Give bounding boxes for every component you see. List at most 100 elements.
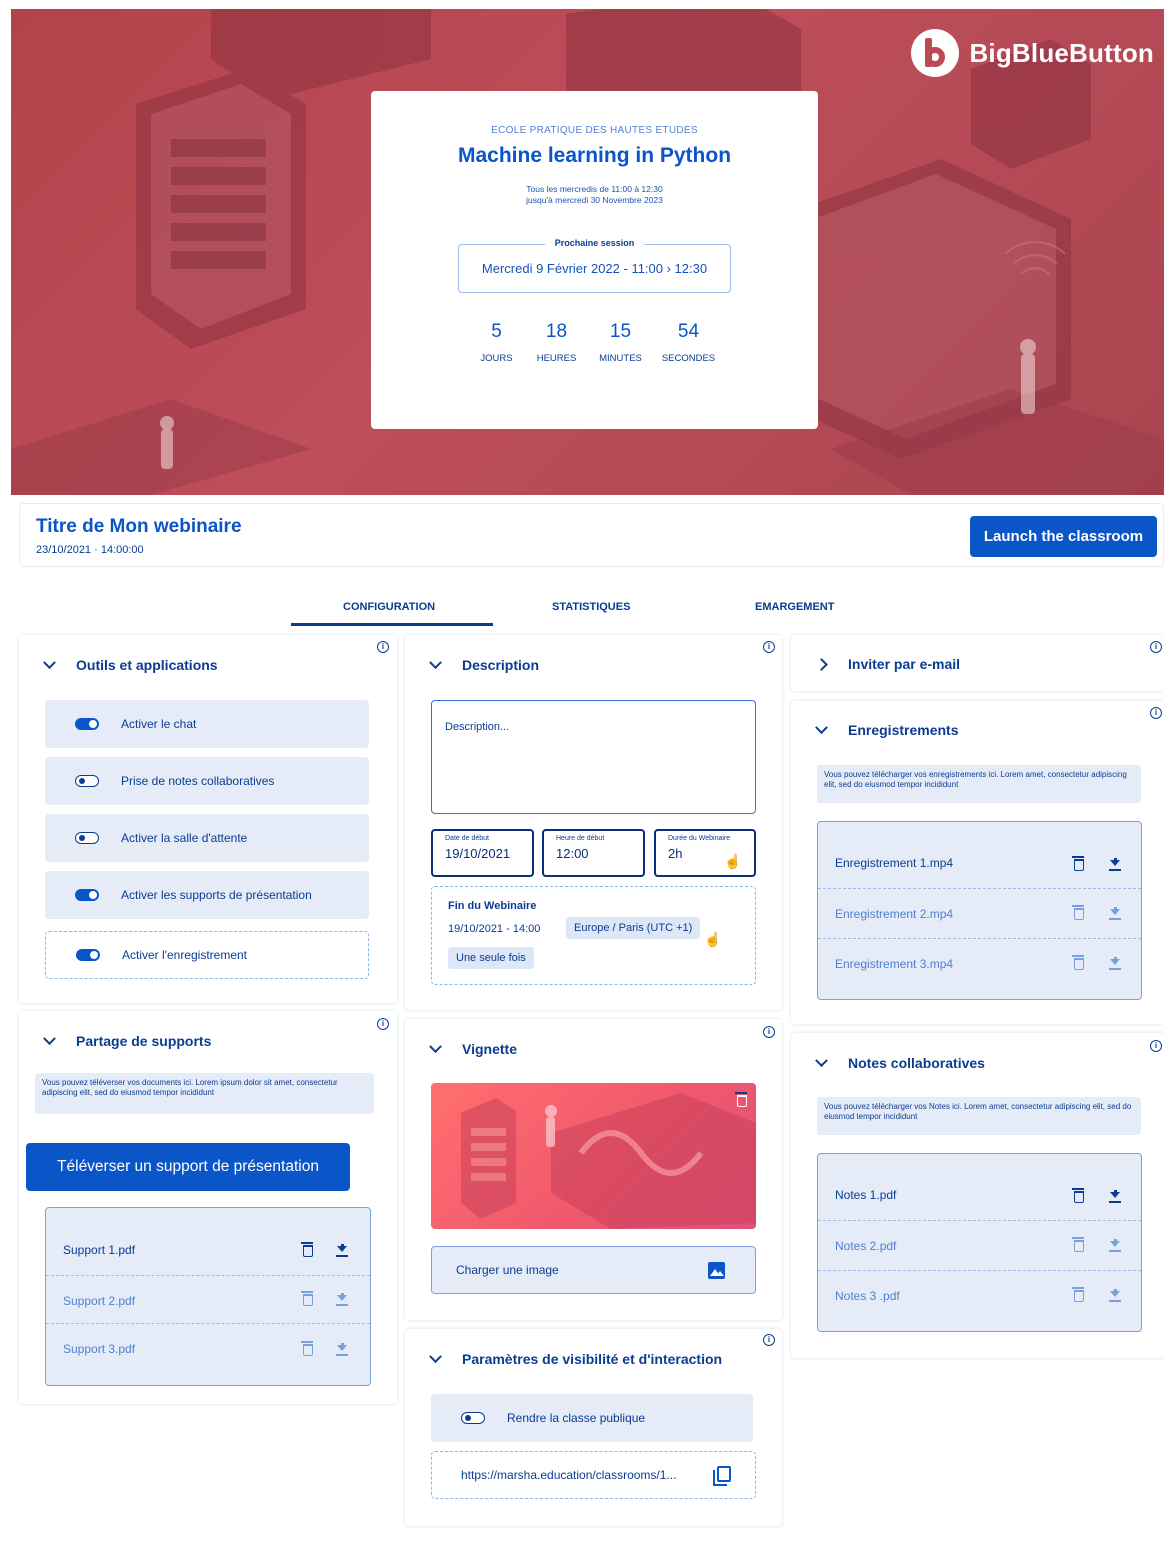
file-name: Enregistrement 2.mp4 (835, 906, 954, 921)
download-icon[interactable] (1109, 1190, 1121, 1203)
download-icon[interactable] (1109, 858, 1121, 871)
info-icon[interactable]: i (1150, 707, 1162, 719)
info-icon[interactable]: i (1150, 641, 1162, 653)
trash-icon[interactable] (1072, 955, 1084, 970)
info-icon[interactable]: i (763, 1334, 775, 1346)
toggle-row-presentation[interactable]: Activer les supports de présentation (45, 871, 369, 919)
countdown-label: JOURS (480, 353, 513, 364)
pointer-cursor-icon: ☝ (704, 931, 722, 947)
toggle-switch-on[interactable] (76, 949, 100, 961)
recordings-panel-header[interactable]: Enregistrements (815, 720, 959, 738)
file-row[interactable]: Support 3.pdf (46, 1323, 370, 1373)
trash-icon[interactable] (1072, 856, 1084, 871)
file-row[interactable]: Notes 1.pdf (818, 1170, 1141, 1220)
tools-panel: Outils et applications i Activer le chat… (19, 635, 397, 1003)
toggle-row-waiting-room[interactable]: Activer la salle d'attente (45, 814, 369, 862)
delete-image-icon[interactable] (735, 1092, 747, 1107)
recordings-help-text: Vous pouvez télécharger vos enregistreme… (817, 765, 1141, 803)
toggle-switch-off[interactable] (461, 1412, 485, 1424)
info-icon[interactable]: i (1150, 1040, 1162, 1052)
field-label: Date de début (445, 835, 489, 842)
toggle-label: Activer la salle d'attente (121, 831, 248, 845)
schedule-line-1: Tous les mercredis de 11:00 à 12:30 (526, 184, 663, 194)
info-icon[interactable]: i (763, 1026, 775, 1038)
tab-statistiques[interactable]: STATISTIQUES (552, 601, 630, 613)
download-icon[interactable] (1109, 1289, 1121, 1302)
file-name: Enregistrement 1.mp4 (835, 856, 954, 870)
file-row[interactable]: Enregistrement 2.mp4 (818, 888, 1141, 938)
invite-panel-header[interactable]: Inviter par e-mail (815, 656, 960, 672)
countdown-minutes: 15 MINUTES (587, 321, 655, 364)
countdown-value: 15 (609, 321, 632, 342)
toggle-row-recording[interactable]: Activer l'enregistrement (45, 931, 369, 979)
toggle-label: Activer le chat (121, 717, 197, 731)
file-row[interactable]: Enregistrement 1.mp4 (818, 838, 1141, 888)
file-row[interactable]: Enregistrement 3.mp4 (818, 938, 1141, 988)
trash-icon[interactable] (1072, 905, 1084, 920)
info-icon[interactable]: i (377, 1018, 389, 1030)
sharing-panel-header[interactable]: Partage de supports (43, 1031, 211, 1049)
notes-panel-header[interactable]: Notes collaboratives (815, 1053, 985, 1071)
trash-icon[interactable] (1072, 1237, 1084, 1252)
vignette-panel-header[interactable]: Vignette (429, 1039, 517, 1057)
classroom-url: https://marsha.education/classrooms/1... (461, 1468, 677, 1482)
toggle-switch-off[interactable] (75, 832, 99, 844)
toggle-switch-on[interactable] (75, 889, 99, 901)
description-textarea[interactable]: Description... (431, 700, 756, 814)
load-image-button[interactable]: Charger une image (431, 1246, 756, 1294)
toggle-switch-off[interactable] (75, 775, 99, 787)
start-time-field[interactable]: Heure de début 12:00 (542, 829, 645, 877)
trash-icon[interactable] (301, 1291, 313, 1306)
notes-file-list: Notes 1.pdf Notes 2.pdf Notes 3 .pdf (817, 1153, 1142, 1332)
tab-configuration[interactable]: CONFIGURATION (343, 601, 435, 613)
toggle-row-chat[interactable]: Activer le chat (45, 700, 369, 748)
countdown-value: 18 (545, 321, 568, 342)
launch-classroom-button[interactable]: Launch the classroom (970, 516, 1157, 557)
chevron-right-icon (815, 657, 828, 671)
vignette-panel-title: Vignette (462, 1041, 517, 1057)
chevron-down-icon (815, 720, 828, 734)
countdown-days: 5 JOURS (467, 321, 527, 364)
download-icon[interactable] (1109, 957, 1121, 970)
file-name: Support 3.pdf (63, 1341, 136, 1356)
countdown-value: 54 (677, 321, 700, 342)
start-date-field[interactable]: Date de début 19/10/2021 (431, 829, 534, 877)
trash-icon[interactable] (301, 1341, 313, 1356)
trash-icon[interactable] (1072, 1287, 1084, 1302)
visibility-panel-header[interactable]: Paramètres de visibilité et d'interactio… (429, 1349, 722, 1367)
download-icon[interactable] (1109, 907, 1121, 920)
school-name: ECOLE PRATIQUE DES HAUTES ETUDES (491, 125, 698, 136)
info-icon[interactable]: i (763, 641, 775, 653)
file-row[interactable]: Support 1.pdf (46, 1225, 370, 1275)
schedule-line-2: jusqu'à mercredi 30 Novembre 2023 (526, 195, 663, 205)
tools-panel-header[interactable]: Outils et applications (43, 655, 218, 673)
download-icon[interactable] (336, 1244, 348, 1257)
classroom-url-box: https://marsha.education/classrooms/1... (431, 1451, 756, 1499)
file-row[interactable]: Notes 2.pdf (818, 1220, 1141, 1270)
active-tab-indicator (291, 623, 493, 626)
file-name: Enregistrement 3.mp4 (835, 956, 954, 971)
tab-emargement[interactable]: EMARGEMENT (755, 601, 834, 613)
recurrence-chip[interactable]: Une seule fois (448, 947, 534, 969)
recordings-panel-title: Enregistrements (848, 722, 959, 738)
countdown-label: SECONDES (661, 353, 716, 364)
timezone-chip[interactable]: Europe / Paris (UTC +1) (566, 917, 701, 939)
file-row[interactable]: Support 2.pdf (46, 1275, 370, 1325)
trash-icon[interactable] (301, 1242, 313, 1257)
download-icon[interactable] (336, 1293, 348, 1306)
description-panel-header[interactable]: Description (429, 655, 539, 673)
info-icon[interactable]: i (377, 641, 389, 653)
file-row[interactable]: Notes 3 .pdf (818, 1270, 1141, 1320)
download-icon[interactable] (1109, 1239, 1121, 1252)
thumbnail-image (431, 1083, 756, 1229)
toggle-row-public[interactable]: Rendre la classe publique (431, 1394, 753, 1442)
session-card: ECOLE PRATIQUE DES HAUTES ETUDES Machine… (371, 91, 818, 429)
toggle-row-collaborative-notes[interactable]: Prise de notes collaboratives (45, 757, 369, 805)
copy-icon[interactable] (713, 1466, 731, 1486)
download-icon[interactable] (336, 1343, 348, 1356)
file-name: Support 1.pdf (63, 1243, 136, 1257)
countdown: 5 JOURS 18 HEURES 15 MINUTES 54 SECONDES (371, 321, 818, 364)
trash-icon[interactable] (1072, 1188, 1084, 1203)
toggle-switch-on[interactable] (75, 718, 99, 730)
upload-presentation-button[interactable]: Téléverser un support de présentation (26, 1143, 350, 1191)
